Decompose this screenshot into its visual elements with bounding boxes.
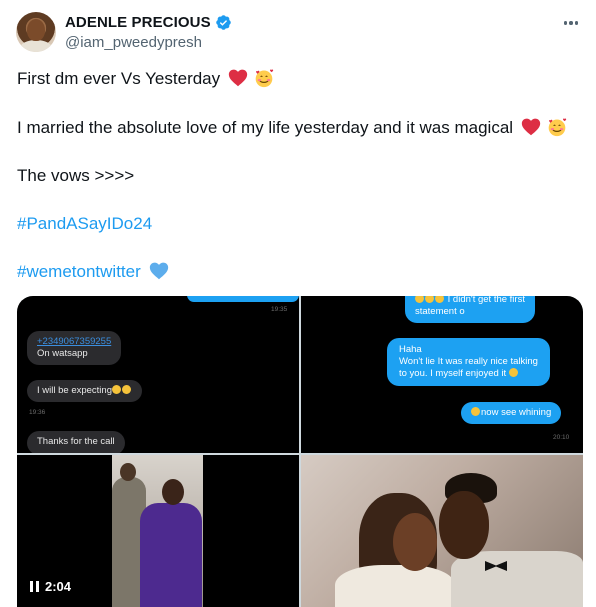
video-duration: 2:04: [45, 579, 72, 594]
chat-timestamp: 19:35: [271, 306, 288, 313]
red-heart-icon: [521, 118, 540, 136]
chat-message: now see whining: [481, 407, 552, 418]
emoji-icon: [121, 385, 131, 394]
emoji-icon: [425, 296, 434, 303]
tweet-line-1: First dm ever Vs Yesterday: [17, 68, 274, 90]
chat-message: statement o: [415, 306, 465, 317]
video-duration-badge: 2:04: [30, 579, 71, 594]
chat-bubble-outgoing: [187, 296, 299, 302]
tweet-line-3: The vows >>>>: [17, 166, 135, 185]
tweet-header: ADENLE PRECIOUS @iam_pweedypresh: [16, 12, 584, 56]
chat-message: Thanks for the call: [37, 436, 115, 447]
chat-message: I will be expecting: [37, 385, 112, 396]
chat-screenshot-1[interactable]: 19:35 +2349067359255 On watsapp I will b…: [17, 296, 299, 453]
verified-badge-icon: [215, 15, 231, 30]
chat-timestamp: 19:36: [29, 409, 46, 416]
emoji-icon: [471, 407, 480, 416]
user-handle[interactable]: @iam_pweedypresh: [65, 34, 202, 51]
display-name[interactable]: ADENLE PRECIOUS: [65, 14, 211, 31]
chat-message: On watsapp: [37, 348, 88, 359]
chat-message: I didn't get the first: [447, 296, 525, 305]
tweet-text-1: First dm ever Vs Yesterday: [17, 69, 221, 88]
chat-message: Haha: [399, 344, 422, 355]
hashtag-link[interactable]: #PandASayIDo24: [17, 213, 152, 235]
more-options-icon[interactable]: [560, 14, 582, 32]
hashtag-link[interactable]: #wemetontwitter: [17, 262, 141, 281]
emoji-icon: [508, 368, 518, 377]
chat-timestamp: 20:10: [553, 434, 570, 441]
name-row: ADENLE PRECIOUS: [65, 14, 232, 31]
chat-bubble-outgoing: I didn't get the first statement o: [405, 296, 535, 323]
video-frame-image: [112, 455, 203, 607]
emoji-icon: [435, 296, 444, 303]
blue-heart-icon: [149, 262, 168, 280]
red-heart-icon: [228, 69, 248, 87]
chat-bubble-incoming: Thanks for the call: [27, 431, 125, 453]
tweet-text-2: I married the absolute love of my life y…: [17, 118, 514, 137]
phone-number-link: +2349067359255: [37, 336, 112, 347]
emoji-icon: [415, 296, 424, 303]
chat-bubble-incoming: +2349067359255 On watsapp: [27, 331, 122, 365]
smiling-face-with-hearts-icon: [548, 118, 566, 137]
tweet-line-2: I married the absolute love of my life y…: [17, 117, 567, 139]
emoji-icon: [111, 385, 121, 394]
pause-icon: [30, 581, 40, 592]
chat-screenshot-2[interactable]: I didn't get the first statement o Haha …: [301, 296, 583, 453]
media-grid: 19:35 +2349067359255 On watsapp I will b…: [17, 296, 583, 607]
chat-message: to you. I myself enjoyed it: [399, 368, 507, 379]
avatar[interactable]: [16, 12, 56, 52]
chat-bubble-outgoing: now see whining: [461, 402, 562, 424]
tweet-line-5: #wemetontwitter: [17, 261, 169, 283]
video-thumbnail[interactable]: 2:04: [17, 455, 299, 607]
chat-bubble-outgoing: Haha Won't lie It was really nice talkin…: [387, 338, 550, 386]
chat-bubble-incoming: I will be expecting: [27, 380, 142, 402]
smiling-face-with-hearts-icon: [255, 69, 273, 88]
chat-message: Won't lie It was really nice talking: [399, 356, 538, 367]
wedding-photo[interactable]: [301, 455, 583, 607]
